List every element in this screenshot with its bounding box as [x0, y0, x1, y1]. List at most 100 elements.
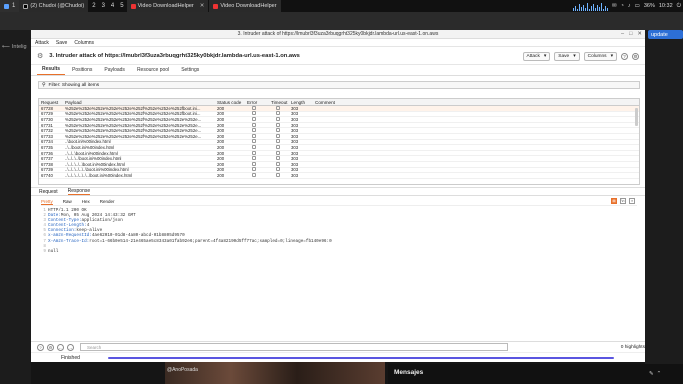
- checkbox-icon: [252, 122, 256, 127]
- cell-length: 303: [291, 150, 299, 156]
- response-body[interactable]: 1 HTTP/1.1 200 OK 2 Date: Mon, 05 Aug 2024 …: [41, 208, 637, 338]
- cell-error: [245, 105, 269, 111]
- menu-columns[interactable]: Columns: [74, 40, 94, 46]
- columns-button[interactable]: Columns ▾: [583, 52, 617, 61]
- menu-attack[interactable]: Attack: [35, 40, 49, 46]
- col-comment[interactable]: Comment: [313, 100, 373, 105]
- cell-payload: ..\boot.ini%00index.html: [65, 139, 111, 145]
- close-icon[interactable]: ✕: [200, 3, 205, 9]
- sidebar-intel[interactable]: ⟵ Intelig: [2, 44, 27, 50]
- response-line: 9 null: [41, 249, 637, 254]
- battery-icon: ▭: [634, 3, 640, 9]
- update-button[interactable]: update: [648, 30, 683, 39]
- gear-icon[interactable]: ⚙: [37, 52, 43, 60]
- cell-status: 200: [217, 161, 225, 167]
- power-icon[interactable]: ⏻: [677, 3, 681, 10]
- minimize-icon[interactable]: –: [621, 31, 624, 37]
- workspace-3[interactable]: 3: [99, 3, 108, 9]
- cell-request: 67732: [41, 128, 53, 134]
- cell-payload: %252e%252e%252e%252e%252e%252f%252e%252e…: [65, 133, 202, 139]
- tab-positions[interactable]: Positions: [67, 66, 97, 75]
- vdh-icon: [130, 3, 136, 9]
- checkbox-icon: [276, 139, 280, 144]
- cell-payload: ..\..\boot.ini%00index.html: [65, 144, 115, 150]
- checkbox-icon: [252, 105, 256, 110]
- cell-error: [245, 133, 269, 139]
- tab-raw[interactable]: Raw: [63, 199, 72, 204]
- help-icon[interactable]: ?: [37, 343, 44, 351]
- close-icon[interactable]: ✕: [637, 31, 642, 37]
- table-row[interactable]: 67740 ..\..\..\..\..\..\..\boot.ini%00ind…: [39, 172, 639, 179]
- expand-icon[interactable]: ⌃: [657, 371, 662, 377]
- tab-payloads[interactable]: Payloads: [99, 66, 130, 75]
- progress-bar: [108, 357, 614, 359]
- cell-status: 200: [217, 156, 225, 162]
- workspace-2[interactable]: 2: [89, 3, 98, 9]
- tab-request[interactable]: Request: [39, 189, 58, 195]
- cell-timeout: [269, 128, 289, 133]
- pretty-toggle-icon[interactable]: ▤: [611, 198, 617, 204]
- network-graph-icon: [572, 2, 608, 11]
- cell-length: 303: [291, 156, 299, 162]
- filter-bar[interactable]: ⚲ Filter: Showing all items: [38, 81, 640, 89]
- workspace-5[interactable]: 5: [117, 3, 126, 9]
- col-status[interactable]: Status code: [215, 100, 245, 105]
- search-input[interactable]: Search: [80, 343, 508, 351]
- cell-payload: ..\..\..\..\..\boot.ini%00index.html: [65, 161, 125, 167]
- taskbar-tab-vdh-1[interactable]: Video DownloadHelper ✕: [126, 0, 210, 12]
- tab-results[interactable]: Results: [37, 65, 66, 75]
- mail-icon[interactable]: ✉: [612, 3, 617, 9]
- settings-icon[interactable]: ⚙: [47, 343, 54, 351]
- wifi-icon[interactable]: ◔: [621, 3, 624, 9]
- taskbar-tab-vdh-2[interactable]: Video DownloadHelper: [209, 0, 282, 12]
- col-error[interactable]: Error: [245, 100, 269, 105]
- help-icon[interactable]: ?: [621, 53, 628, 60]
- cell-error: [245, 167, 269, 172]
- menu-save[interactable]: Save: [56, 40, 67, 46]
- cell-payload: %252e%252e%252e%252e%252e%252f%252e%252e…: [65, 116, 202, 122]
- cell-status: 200: [217, 116, 225, 122]
- volume-icon[interactable]: ♪: [628, 3, 631, 9]
- tab-hex[interactable]: Hex: [82, 199, 90, 204]
- intel-label: Intelig: [11, 44, 27, 50]
- cell-error: [245, 122, 269, 128]
- attack-button[interactable]: Attack ▾: [522, 52, 551, 61]
- workspace-1[interactable]: 1: [0, 0, 20, 12]
- intruder-window: 3. Intruder attack of https://lmubrl3f3u…: [31, 30, 645, 362]
- cell-request: 67735: [41, 144, 53, 150]
- cell-length: 303: [291, 128, 299, 134]
- tab-response[interactable]: Response: [67, 188, 91, 195]
- newline-toggle-icon[interactable]: \n: [620, 198, 626, 204]
- tab-settings[interactable]: Settings: [176, 66, 204, 75]
- workspace-4[interactable]: 4: [108, 3, 117, 9]
- tab-render[interactable]: Render: [100, 199, 115, 204]
- menu-icon[interactable]: ≡: [629, 198, 635, 204]
- cell-length: 303: [291, 139, 299, 145]
- cell-request: 67739: [41, 167, 53, 173]
- save-button[interactable]: Save ▾: [554, 52, 580, 61]
- update-label: update: [651, 31, 668, 38]
- user-name: @AnoPosada: [167, 367, 198, 373]
- back-icon[interactable]: ←: [57, 343, 64, 351]
- col-payload[interactable]: Payload: [63, 100, 215, 105]
- col-length[interactable]: Length: [289, 100, 313, 105]
- cell-status: 200: [217, 122, 225, 128]
- cell-payload: %252e%252e%252e%252e%252e%252f%252e%252e…: [65, 105, 201, 111]
- checkbox-icon: [252, 128, 256, 133]
- col-request[interactable]: Request: [39, 100, 63, 105]
- table-scrollbar[interactable]: [635, 108, 638, 126]
- taskbar-tab-chudoi[interactable]: (2) Chudoi (@Chudoi): [19, 0, 90, 12]
- maximize-icon[interactable]: □: [629, 31, 632, 37]
- forward-icon[interactable]: →: [67, 343, 74, 351]
- settings-icon[interactable]: ⚙: [632, 53, 639, 60]
- checkbox-icon: [252, 139, 256, 144]
- compose-icon[interactable]: ✎: [649, 371, 654, 377]
- cell-status: 200: [217, 105, 225, 111]
- cell-length: 303: [291, 133, 299, 139]
- cell-timeout: [269, 122, 289, 128]
- tab-pretty[interactable]: Pretty: [41, 199, 53, 205]
- cell-error: [245, 150, 269, 156]
- search-placeholder: Search: [87, 344, 102, 350]
- tab-resource-pool[interactable]: Resource pool: [132, 66, 174, 75]
- col-timeout[interactable]: Timeout: [269, 100, 289, 105]
